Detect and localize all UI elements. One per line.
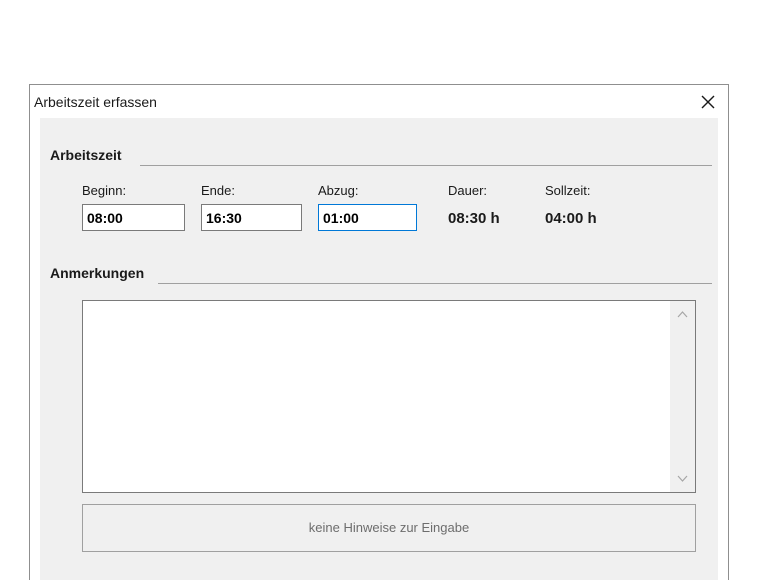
ende-input[interactable] bbox=[201, 204, 302, 231]
section-divider-anmerkungen bbox=[158, 283, 712, 284]
sollzeit-label: Sollzeit: bbox=[545, 183, 591, 198]
title-bar[interactable]: Arbeitszeit erfassen bbox=[30, 85, 728, 118]
close-button[interactable] bbox=[688, 85, 728, 118]
ende-label: Ende: bbox=[201, 183, 235, 198]
notes-textarea[interactable] bbox=[82, 300, 696, 493]
dialog-window: Arbeitszeit erfassen Arbeitszeit Beginn:… bbox=[29, 84, 729, 580]
section-title-anmerkungen: Anmerkungen bbox=[50, 265, 145, 281]
beginn-input[interactable] bbox=[82, 204, 185, 231]
screen: Arbeitszeit erfassen Arbeitszeit Beginn:… bbox=[0, 0, 757, 580]
dialog-client-area: Arbeitszeit Beginn: Ende: Abzug: Dauer: … bbox=[40, 118, 718, 580]
dauer-label: Dauer: bbox=[448, 183, 488, 198]
notes-scrollbar[interactable] bbox=[670, 301, 695, 492]
beginn-label: Beginn: bbox=[82, 183, 127, 198]
section-title-arbeitszeit: Arbeitszeit bbox=[50, 147, 122, 163]
section-divider-arbeitszeit bbox=[140, 165, 712, 166]
input-hint-box: keine Hinweise zur Eingabe bbox=[82, 504, 696, 552]
close-icon bbox=[701, 95, 715, 109]
input-hint-text: keine Hinweise zur Eingabe bbox=[308, 520, 470, 535]
abzug-label: Abzug: bbox=[318, 183, 359, 198]
chevron-up-icon[interactable] bbox=[677, 309, 688, 320]
chevron-down-icon[interactable] bbox=[677, 473, 688, 484]
sollzeit-value: 04:00 h bbox=[545, 210, 597, 227]
window-title: Arbeitszeit erfassen bbox=[34, 94, 157, 110]
abzug-input[interactable] bbox=[318, 204, 417, 231]
dauer-value: 08:30 h bbox=[448, 210, 500, 227]
